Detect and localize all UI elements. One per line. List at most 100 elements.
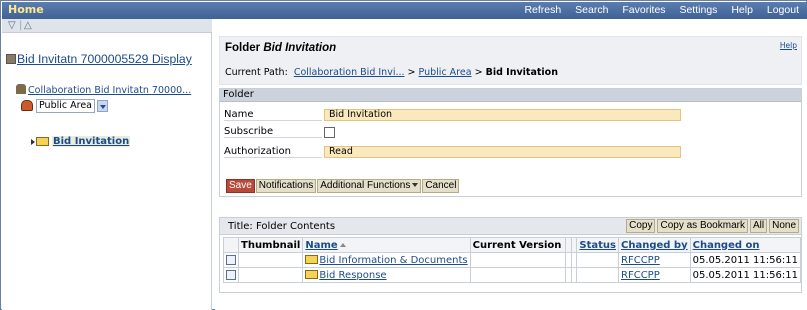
authorization-label: Authorization bbox=[224, 146, 322, 158]
display-title-text: Bid Invitatn 7000005529 Display bbox=[17, 52, 192, 66]
tree-node-bid-invitation[interactable]: Bid Invitation bbox=[31, 136, 131, 147]
item-name-link[interactable]: Bid Response bbox=[319, 270, 386, 281]
copy-button[interactable]: Copy bbox=[626, 219, 656, 233]
help-link[interactable]: Help bbox=[731, 4, 753, 16]
name-cell: Bid Response bbox=[302, 267, 471, 283]
tree-node-label[interactable]: Bid Invitation bbox=[52, 136, 131, 147]
folder-button-bar: Save Notifications Additional Functions … bbox=[226, 179, 460, 193]
folder-header: Folder Bid Invitation Help Current Path:… bbox=[219, 36, 802, 85]
column-header-changed-by[interactable]: Changed by bbox=[618, 237, 691, 253]
collapse-icon[interactable]: ▽ bbox=[8, 20, 16, 31]
settings-link[interactable]: Settings bbox=[679, 4, 717, 16]
group-title: Folder bbox=[220, 89, 801, 102]
document-icon bbox=[6, 54, 16, 64]
authorization-row: Authorization Read bbox=[224, 145, 681, 159]
contents-title: Title: Folder Contents bbox=[228, 221, 336, 232]
name-field[interactable]: Bid Invitation bbox=[324, 109, 681, 121]
breadcrumb-collaboration[interactable]: Collaboration Bid Invi... bbox=[294, 67, 405, 78]
status-cell bbox=[576, 252, 620, 268]
changed-by-cell: RFCCPP bbox=[618, 252, 691, 268]
thumbnail-cell bbox=[237, 267, 304, 283]
breadcrumb-separator: > bbox=[474, 67, 483, 78]
column-header-thumbnail: Thumbnail bbox=[237, 237, 304, 253]
column-header-changed-on[interactable]: Changed on bbox=[689, 237, 802, 253]
expand-icon[interactable]: △ bbox=[24, 20, 32, 31]
notifications-button[interactable]: Notifications bbox=[255, 179, 317, 193]
authorization-field[interactable]: Read bbox=[324, 146, 681, 158]
help-link-small[interactable]: Help bbox=[780, 41, 797, 50]
expand-arrow-icon[interactable] bbox=[31, 138, 35, 145]
top-nav-links: Refresh Search Favorites Settings Help L… bbox=[513, 4, 799, 16]
status-cell bbox=[576, 267, 620, 283]
row-checkbox[interactable] bbox=[226, 269, 236, 280]
name-label: Name bbox=[224, 109, 322, 121]
version-cell bbox=[469, 267, 567, 283]
name-row: Name Bid Invitation bbox=[224, 108, 681, 122]
breadcrumb-public-area[interactable]: Public Area bbox=[419, 67, 472, 78]
search-link[interactable]: Search bbox=[575, 4, 608, 16]
table-row: Bid Response RFCCPP 05.05.2011 11:56:11 bbox=[223, 267, 802, 283]
collaboration-text: Collaboration Bid Invitatn 70000... bbox=[28, 85, 192, 96]
breadcrumb-separator: > bbox=[407, 67, 416, 78]
changed-on-cell: 05.05.2011 11:56:11 bbox=[689, 252, 802, 268]
version-cell bbox=[469, 252, 567, 268]
changed-by-link[interactable]: RFCCPP bbox=[621, 270, 660, 281]
area-select-value: Public Area bbox=[39, 100, 92, 111]
dropdown-arrow-icon bbox=[412, 183, 419, 187]
page-title: Folder Bid Invitation bbox=[225, 42, 336, 54]
subscribe-row: Subscribe bbox=[224, 125, 335, 139]
display-title-link[interactable]: Bid Invitatn 7000005529 Display bbox=[6, 52, 192, 66]
save-button[interactable]: Save bbox=[226, 179, 255, 193]
folder-contents-table: Title: Folder Contents Copy Copy as Book… bbox=[219, 217, 802, 293]
select-all-button[interactable]: All bbox=[749, 219, 768, 233]
cancel-button[interactable]: Cancel bbox=[422, 179, 460, 193]
subscribe-checkbox[interactable] bbox=[324, 126, 335, 138]
additional-functions-label: Additional Functions bbox=[320, 180, 411, 191]
collaboration-link[interactable]: Collaboration Bid Invitatn 70000... bbox=[16, 84, 191, 96]
changed-by-cell: RFCCPP bbox=[618, 267, 691, 283]
public-area-icon bbox=[21, 100, 33, 111]
contents-grid: Thumbnail Name Current Version Status Ch… bbox=[223, 237, 802, 283]
changed-by-link[interactable]: RFCCPP bbox=[621, 255, 660, 266]
main-content: Folder Bid Invitation Help Current Path:… bbox=[215, 19, 807, 310]
table-row: Bid Information & Documents RFCCPP 05.05… bbox=[223, 252, 802, 268]
select-none-button[interactable]: None bbox=[769, 219, 799, 233]
row-checkbox[interactable] bbox=[226, 254, 236, 265]
navigation-tree-pane: ▽ | △ Bid Invitatn 7000005529 Display Co… bbox=[2, 19, 212, 310]
sort-by-status-link[interactable]: Status bbox=[579, 240, 616, 251]
collaboration-icon bbox=[16, 84, 26, 94]
additional-functions-button[interactable]: Additional Functions bbox=[317, 179, 422, 193]
sort-by-changed-by-link[interactable]: Changed by bbox=[621, 240, 688, 251]
home-link[interactable]: Home bbox=[8, 3, 44, 16]
item-name-link[interactable]: Bid Information & Documents bbox=[319, 255, 467, 266]
app-window: Home Refresh Search Favorites Settings H… bbox=[0, 0, 807, 310]
subscribe-label: Subscribe bbox=[224, 126, 322, 138]
column-header-status[interactable]: Status bbox=[576, 237, 620, 253]
row-select-cell bbox=[223, 252, 239, 268]
area-select[interactable]: Public Area bbox=[36, 98, 95, 113]
column-header-current-version: Current Version bbox=[469, 237, 567, 253]
sort-ascending-icon bbox=[339, 242, 346, 247]
copy-as-bookmark-button[interactable]: Copy as Bookmark bbox=[657, 219, 748, 233]
column-header-name[interactable]: Name bbox=[302, 237, 471, 253]
favorites-link[interactable]: Favorites bbox=[622, 4, 665, 16]
top-navigation-bar: Home Refresh Search Favorites Settings H… bbox=[2, 2, 807, 19]
tree-toolbar: ▽ | △ bbox=[2, 19, 212, 33]
name-cell: Bid Information & Documents bbox=[302, 252, 471, 268]
folder-properties-group: Folder Name Bid Invitation Subscribe Aut… bbox=[219, 88, 802, 197]
logout-link[interactable]: Logout bbox=[767, 4, 799, 16]
folder-icon bbox=[305, 254, 319, 264]
thumbnail-cell bbox=[237, 252, 304, 268]
sort-by-name-link[interactable]: Name bbox=[305, 240, 337, 251]
refresh-link[interactable]: Refresh bbox=[524, 4, 561, 16]
breadcrumb-current: Bid Invitation bbox=[485, 67, 558, 78]
contents-toolbar: Copy Copy as Bookmark All None bbox=[626, 219, 799, 233]
chevron-down-icon[interactable] bbox=[97, 99, 108, 112]
sort-by-changed-on-link[interactable]: Changed on bbox=[693, 240, 760, 251]
title-folder-name: Bid Invitation bbox=[263, 42, 337, 54]
table-header-row: Thumbnail Name Current Version Status Ch… bbox=[223, 237, 802, 253]
folder-icon bbox=[305, 269, 319, 279]
separator-icon: | bbox=[19, 20, 23, 31]
path-label: Current Path: bbox=[225, 67, 288, 78]
contents-header: Title: Folder Contents Copy Copy as Book… bbox=[220, 218, 801, 235]
